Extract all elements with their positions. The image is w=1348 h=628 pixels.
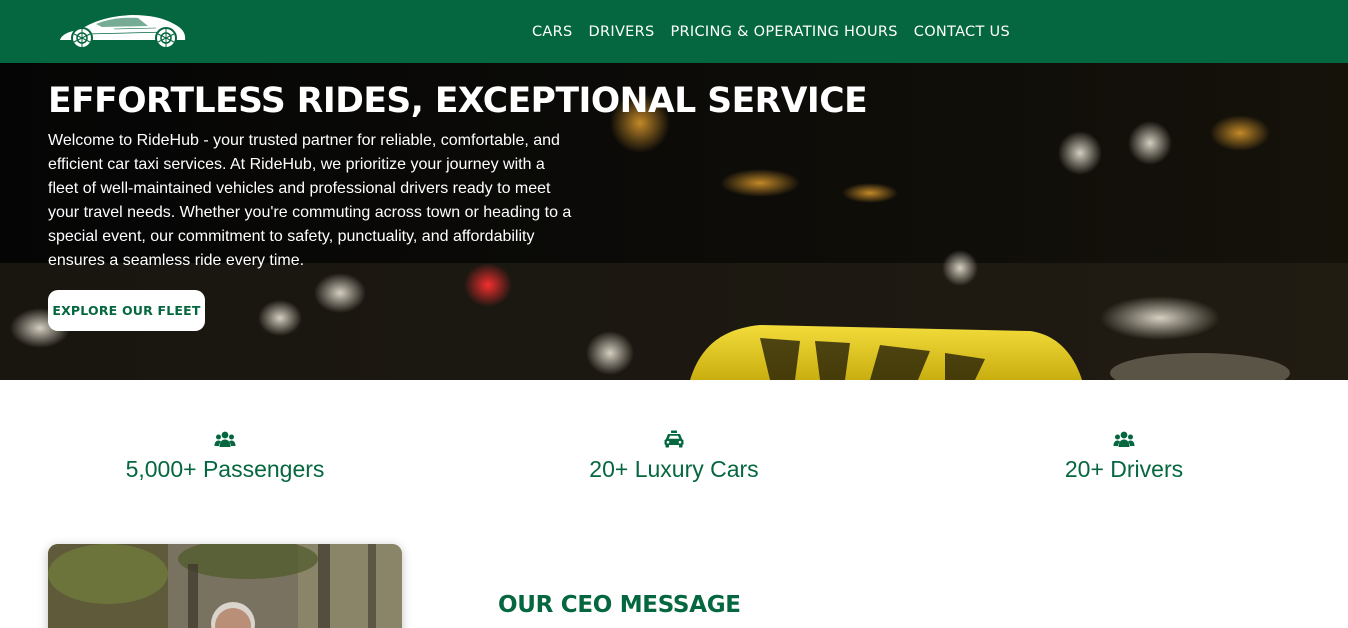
stat-label: 20+ Luxury Cars (589, 456, 759, 482)
stat-passengers: 5,000+ Passengers (75, 430, 375, 483)
hero-title: EFFORTLESS RIDES, EXCEPTIONAL SERVICE (48, 81, 868, 121)
ceo-message-title: OUR CEO MESSAGE (498, 592, 741, 618)
explore-fleet-button[interactable]: EXPLORE OUR FLEET (48, 290, 205, 331)
hero-section: EFFORTLESS RIDES, EXCEPTIONAL SERVICE We… (0, 63, 1348, 380)
stat-label: 20+ Drivers (1064, 456, 1184, 482)
top-navbar: CARS DRIVERS PRICING & OPERATING HOURS C… (0, 0, 1348, 63)
nav-pricing-hours[interactable]: PRICING & OPERATING HOURS (671, 24, 898, 40)
hero-description: Welcome to RideHub - your trusted partne… (48, 132, 572, 269)
ceo-photo (48, 544, 402, 628)
sports-car-icon[interactable] (56, 10, 188, 50)
users-icon (1113, 431, 1135, 447)
stat-drivers: 20+ Drivers (974, 430, 1274, 483)
stat-label: 5,000+ Passengers (125, 456, 325, 482)
users-icon (214, 431, 236, 447)
taxi-icon (664, 430, 684, 448)
ceo-portrait-image (48, 544, 402, 628)
main-nav: CARS DRIVERS PRICING & OPERATING HOURS C… (532, 0, 1010, 63)
nav-drivers[interactable]: DRIVERS (589, 24, 655, 40)
stat-cars: 20+ Luxury Cars (524, 430, 824, 483)
nav-contact-us[interactable]: CONTACT US (914, 24, 1010, 40)
nav-cars[interactable]: CARS (532, 24, 573, 40)
